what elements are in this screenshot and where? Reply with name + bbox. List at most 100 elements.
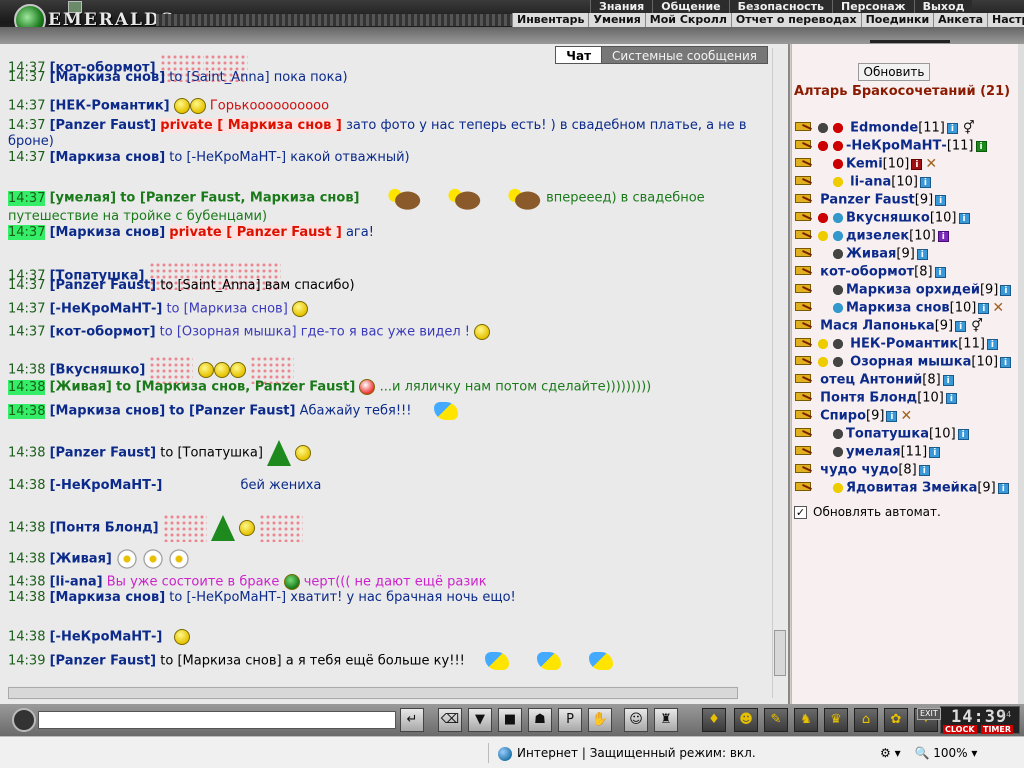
silhouette-icon[interactable]: ☗ [528, 708, 552, 732]
private-arrow-icon[interactable] [794, 444, 816, 460]
user-name[interactable]: Ядовитая Змейка [846, 481, 977, 496]
chat-input[interactable] [38, 711, 396, 729]
user-row[interactable]: Живая[9] i [794, 246, 928, 264]
user-name[interactable]: Вкусняшко [846, 211, 930, 226]
info-icon[interactable]: i [997, 482, 1009, 494]
msg-recipient[interactable]: to [-НеКроМаНТ-] [169, 590, 286, 605]
info-icon[interactable]: i [978, 302, 990, 314]
msg-nick[interactable]: [-НеКроМаНТ-] [50, 302, 163, 317]
user-name[interactable]: Спиро [820, 409, 866, 424]
msg-nick[interactable]: [Panzer Faust] [50, 446, 157, 461]
msg-nick[interactable]: [Живая] [50, 380, 112, 395]
home-icon[interactable]: ⌂ [854, 708, 878, 732]
user-name[interactable]: кот-обормот [820, 265, 914, 280]
msg-recipient[interactable]: to [Топатушка] [160, 446, 263, 461]
send-enter-icon[interactable]: ↵ [400, 708, 424, 732]
msg-private-tag[interactable]: private [ Panzer Faust ] [169, 225, 342, 240]
user-name[interactable]: дизелек [846, 229, 909, 244]
private-arrow-icon[interactable] [794, 318, 816, 334]
submenu-fights[interactable]: Поединки [860, 13, 934, 27]
save-icon[interactable]: ■ [498, 708, 522, 732]
submenu-transfer-report[interactable]: Отчет о переводах [730, 13, 861, 27]
user-row[interactable]: Edmonde[11] i ⚥ [794, 120, 975, 138]
zoom-control[interactable]: ⚙ ▾ 🔍 100% ▾ [880, 746, 977, 760]
info-icon[interactable]: i [986, 338, 998, 350]
msg-nick[interactable]: [-НеКроМаНТ-] [50, 630, 163, 645]
exit-button[interactable]: EXIT [917, 708, 941, 720]
user-row[interactable]: Вкусняшко[10] i [794, 210, 970, 228]
user-row[interactable]: Озорная мышка[10] i [794, 354, 1012, 372]
info-icon[interactable]: i [918, 464, 930, 476]
private-arrow-icon[interactable] [794, 426, 816, 442]
private-arrow-icon[interactable] [794, 192, 816, 208]
user-row[interactable]: Спиро[9] i ✕ [794, 408, 912, 426]
msg-nick[interactable]: [кот-обормот] [50, 325, 156, 340]
private-arrow-icon[interactable] [794, 138, 816, 154]
user-name[interactable]: Мася Лапонька [820, 319, 935, 334]
tab-system-messages[interactable]: Системные сообщения [601, 46, 768, 64]
msg-nick[interactable]: [Panzer Faust] [50, 654, 157, 669]
menu-exit[interactable]: Выход [913, 0, 973, 14]
eraser-icon[interactable]: ⌫ [438, 708, 462, 732]
user-name[interactable]: НЕК-Романтик [850, 337, 958, 352]
info-icon[interactable]: i [945, 392, 957, 404]
user-row[interactable]: li-ana[10] i [794, 174, 931, 192]
avatar-icon[interactable] [12, 708, 36, 732]
msg-recipient[interactable]: to [Маркиза снов] [166, 302, 287, 317]
msg-recipient[interactable]: to [Panzer Faust, Маркиза снов] [120, 191, 359, 206]
msg-recipient[interactable]: to [Озорная мышка] [160, 325, 297, 340]
quest-icon[interactable]: ✎ [764, 708, 788, 732]
user-row[interactable]: НЕК-Романтик[11] i [794, 336, 998, 354]
info-icon[interactable]: i [955, 320, 967, 332]
user-name[interactable]: Топатушка [846, 427, 929, 442]
user-list-scrollbar[interactable] [1018, 44, 1024, 704]
pet-icon[interactable]: ♞ [794, 708, 818, 732]
private-arrow-icon[interactable] [794, 156, 816, 172]
msg-nick[interactable]: [Маркиза снов] [50, 150, 166, 165]
private-arrow-icon[interactable] [794, 462, 816, 478]
info-icon[interactable]: i [919, 176, 931, 188]
submenu-skills[interactable]: Умения [588, 13, 645, 27]
info-icon[interactable]: i [934, 266, 946, 278]
info-icon[interactable]: i [886, 410, 898, 422]
submenu-my-scroll[interactable]: Мой Скролл [644, 13, 731, 27]
private-arrow-icon[interactable] [794, 120, 816, 136]
chat-hscrollbar[interactable] [8, 686, 738, 700]
menu-knowledge[interactable]: Знания [590, 0, 653, 14]
user-row[interactable]: умелая[11] i [794, 444, 941, 462]
msg-nick[interactable]: [li-ana] [50, 575, 103, 590]
user-name[interactable]: Озорная мышка [850, 355, 971, 370]
user-row[interactable]: Мася Лапонька[9] i ⚥ [794, 318, 983, 336]
private-arrow-icon[interactable] [794, 408, 816, 424]
user-name[interactable]: li-ana [850, 175, 891, 190]
private-filter-icon[interactable]: P [558, 708, 582, 732]
private-arrow-icon[interactable] [794, 174, 816, 190]
user-row[interactable]: Маркиза снов[10] i ✕ [794, 300, 1004, 318]
msg-nick[interactable]: [Вкусняшко] [50, 363, 146, 378]
info-icon[interactable]: i [911, 158, 923, 170]
msg-nick[interactable]: [умелая] [50, 191, 116, 206]
msg-recipient[interactable]: to [Saint_Anna] [169, 70, 269, 85]
msg-nick[interactable]: [Понтя Блонд] [50, 521, 159, 536]
msg-recipient[interactable]: to [Saint_Anna] [160, 278, 260, 293]
filter-icon[interactable]: ▼ [468, 708, 492, 732]
user-row[interactable]: кот-обормот[8] i [794, 264, 946, 282]
user-row[interactable]: Топатушка[10] i [794, 426, 969, 444]
msg-nick[interactable]: [Маркиза снов] [50, 70, 166, 85]
private-arrow-icon[interactable] [794, 228, 816, 244]
menu-communication[interactable]: Общение [652, 0, 729, 14]
user-row[interactable]: Ядовитая Змейка[9] i [794, 480, 1009, 498]
user-name[interactable]: Понтя Блонд [820, 391, 917, 406]
private-arrow-icon[interactable] [794, 246, 816, 262]
user-row[interactable]: Kemi[10] i ✕ [794, 156, 937, 174]
user-name[interactable]: умелая [846, 445, 901, 460]
private-arrow-icon[interactable] [794, 210, 816, 226]
info-icon[interactable]: i [1000, 356, 1012, 368]
msg-recipient[interactable]: to [Panzer Faust] [169, 404, 295, 419]
menu-security[interactable]: Безопасность [728, 0, 832, 14]
private-arrow-icon[interactable] [794, 282, 816, 298]
submenu-settings[interactable]: Настрой [987, 13, 1024, 27]
tab-chat[interactable]: Чат [555, 46, 602, 64]
user-name[interactable]: Edmonde [850, 121, 918, 136]
info-icon[interactable]: i [946, 122, 958, 134]
